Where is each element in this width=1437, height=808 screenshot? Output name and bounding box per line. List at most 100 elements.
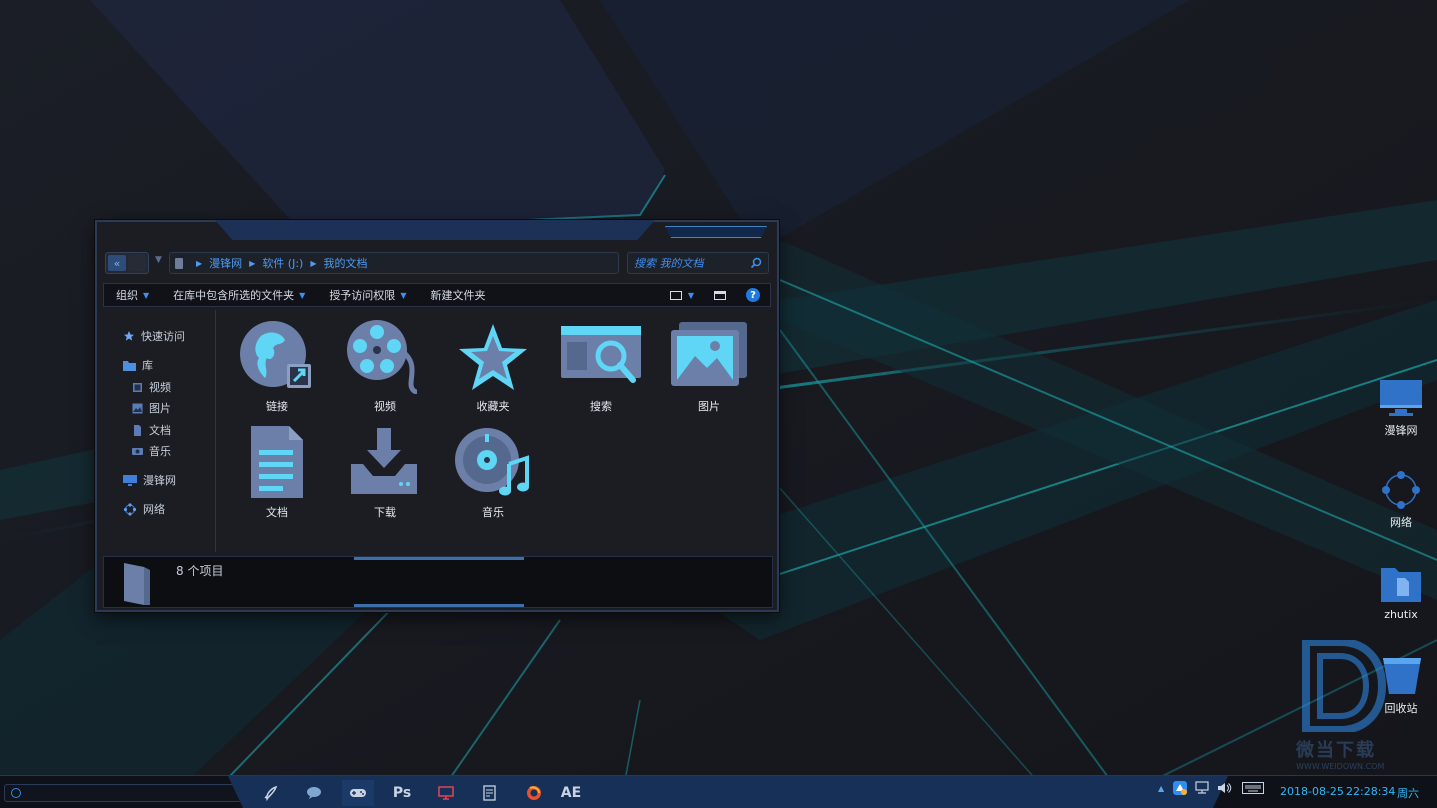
search-input[interactable]: 搜索 我的文档: [627, 252, 769, 274]
taskbar-app-after-effects[interactable]: AE: [555, 780, 587, 806]
rocket-icon: [264, 785, 278, 801]
app-tray-icon[interactable]: [1172, 780, 1188, 796]
help-icon[interactable]: ?: [746, 288, 760, 302]
after-effects-icon: AE: [560, 785, 582, 801]
taskbar-app-photoshop[interactable]: Ps: [386, 780, 418, 806]
watermark-url: WWW.WEIDOWN.COM: [1296, 762, 1385, 771]
monitor-icon: [123, 474, 137, 486]
taskbar: Ps AE ▲ 2018-08-25 22:28:34 周六: [0, 775, 1437, 808]
network-status-icon[interactable]: [1194, 781, 1210, 795]
taskbar-search-field[interactable]: [4, 784, 242, 802]
taskbar-app-rocket[interactable]: [254, 780, 286, 806]
desktop-icon-zhutix[interactable]: zhutix: [1371, 564, 1431, 621]
show-hidden-icons-icon[interactable]: ▲: [1158, 784, 1164, 793]
share-with-label: 授予访问权限: [329, 289, 396, 302]
command-bar: 组织 ▼ 在库中包含所选的文件夹 ▼ 授予访问权限 ▼ 新建文件夹 ▼ ?: [103, 283, 771, 307]
nav-buttons: «: [105, 252, 149, 274]
document-icon: [251, 426, 303, 498]
search-icon[interactable]: [750, 257, 762, 269]
document-icon: [134, 424, 141, 436]
window-title-decoration: [215, 220, 655, 240]
list-item[interactable]: 文档: [227, 424, 327, 528]
recent-locations-chevron-icon[interactable]: ▼: [155, 255, 162, 265]
pictures-icon: [671, 322, 747, 386]
clock-date[interactable]: 2018-08-25: [1280, 785, 1344, 798]
music-disc-icon: [455, 428, 529, 496]
address-bar[interactable]: ▶ 漫锋网 ▶ 软件 (J:) ▶ 我的文档: [169, 252, 619, 274]
watermark-logo: [1302, 638, 1387, 734]
sidebar-item-label: 快速访问: [141, 330, 185, 343]
list-item[interactable]: 下载: [335, 424, 435, 528]
change-view-icon[interactable]: [669, 290, 682, 300]
breadcrumb-item[interactable]: 漫锋网: [209, 255, 242, 271]
taskbar-app-chat[interactable]: [298, 780, 330, 806]
chevron-down-icon[interactable]: ▼: [688, 291, 694, 300]
taskbar-app-game[interactable]: [342, 780, 374, 806]
download-icon: [351, 428, 417, 494]
breadcrumb-item[interactable]: 软件 (J:): [262, 255, 303, 271]
organize-menu[interactable]: 组织 ▼: [116, 287, 149, 303]
back-button[interactable]: «: [108, 255, 126, 271]
breadcrumb-item[interactable]: 我的文档: [324, 255, 368, 271]
sidebar-item-quick-access[interactable]: 快速访问: [123, 328, 185, 344]
taskbar-app-monitor[interactable]: [430, 780, 462, 806]
taskbar-app-notepad[interactable]: [474, 780, 506, 806]
list-item[interactable]: 视频: [335, 318, 435, 422]
taskbar-apps-area: [228, 776, 1228, 808]
watermark-text: 微当下载: [1296, 740, 1376, 761]
monitor-icon: [438, 786, 454, 800]
include-in-library-label: 在库中包含所选的文件夹: [173, 289, 295, 302]
list-item[interactable]: 搜索: [551, 318, 651, 422]
list-item[interactable]: 收藏夹: [443, 318, 543, 422]
item-label: 收藏夹: [476, 400, 510, 413]
desktop-icon-label: zhutix: [1384, 608, 1418, 621]
breadcrumb-separator-icon[interactable]: ▶: [310, 259, 316, 268]
sidebar-item-network[interactable]: 网络: [123, 501, 165, 517]
monitor-icon: [1380, 380, 1422, 416]
sidebar-item-site[interactable]: 漫锋网: [123, 472, 176, 488]
breadcrumb-separator-icon[interactable]: ▶: [196, 259, 202, 268]
item-label: 音乐: [482, 506, 504, 519]
breadcrumb-separator-icon[interactable]: ▶: [249, 259, 255, 268]
chevron-down-icon: ▼: [143, 290, 150, 300]
list-item[interactable]: 图片: [659, 318, 759, 422]
status-decoration: [354, 604, 524, 607]
desktop-icon-site[interactable]: 漫锋网: [1371, 378, 1431, 438]
include-in-library-menu[interactable]: 在库中包含所选的文件夹 ▼: [173, 287, 305, 303]
video-icon: [133, 382, 142, 392]
firefox-icon: [527, 786, 541, 800]
network-icon: [123, 502, 137, 516]
share-with-menu[interactable]: 授予访问权限 ▼: [329, 287, 406, 303]
watermark: 微当下载 WWW.WEIDOWN.COM: [1296, 638, 1408, 774]
globe-shortcut-icon: [240, 321, 311, 388]
folder-preview-icon: [124, 563, 150, 605]
explorer-window[interactable]: « ▼ ▶ 漫锋网 ▶ 软件 (J:) ▶ 我的文档 搜索 我的文档 组织 ▼ 在…: [95, 220, 779, 612]
photoshop-icon: Ps: [392, 785, 412, 801]
desktop-icon-network[interactable]: 网络: [1371, 470, 1431, 530]
list-item[interactable]: 音乐: [443, 424, 543, 528]
keyboard-icon[interactable]: [1242, 782, 1265, 794]
new-folder-button[interactable]: 新建文件夹: [430, 287, 485, 303]
view-controls: ▼ ?: [658, 288, 770, 302]
gamepad-icon: [350, 789, 366, 797]
item-label: 链接: [266, 400, 288, 413]
taskbar-app-firefox[interactable]: [518, 780, 550, 806]
item-label: 视频: [374, 400, 396, 413]
cortana-icon[interactable]: [11, 788, 21, 798]
sidebar-item-label: 音乐: [149, 445, 171, 458]
sidebar-item-music[interactable]: 音乐: [132, 443, 171, 459]
window-caption-button[interactable]: [665, 226, 767, 238]
sidebar-item-pictures[interactable]: 图片: [132, 400, 171, 416]
preview-pane-icon[interactable]: [714, 290, 726, 300]
list-item[interactable]: 链接: [227, 318, 327, 422]
sidebar-item-label: 图片: [149, 402, 171, 415]
sidebar-item-videos[interactable]: 视频: [132, 379, 171, 395]
clock-weekday[interactable]: 周六: [1397, 785, 1419, 801]
volume-icon[interactable]: [1216, 781, 1232, 795]
navigation-row: « ▼ ▶ 漫锋网 ▶ 软件 (J:) ▶ 我的文档 搜索 我的文档: [105, 252, 769, 274]
forward-button[interactable]: [128, 255, 146, 271]
clock-time[interactable]: 22:28:34: [1346, 785, 1395, 798]
sidebar-item-library[interactable]: 库: [123, 357, 153, 373]
film-reel-icon: [347, 320, 418, 394]
sidebar-item-documents[interactable]: 文档: [132, 422, 171, 438]
